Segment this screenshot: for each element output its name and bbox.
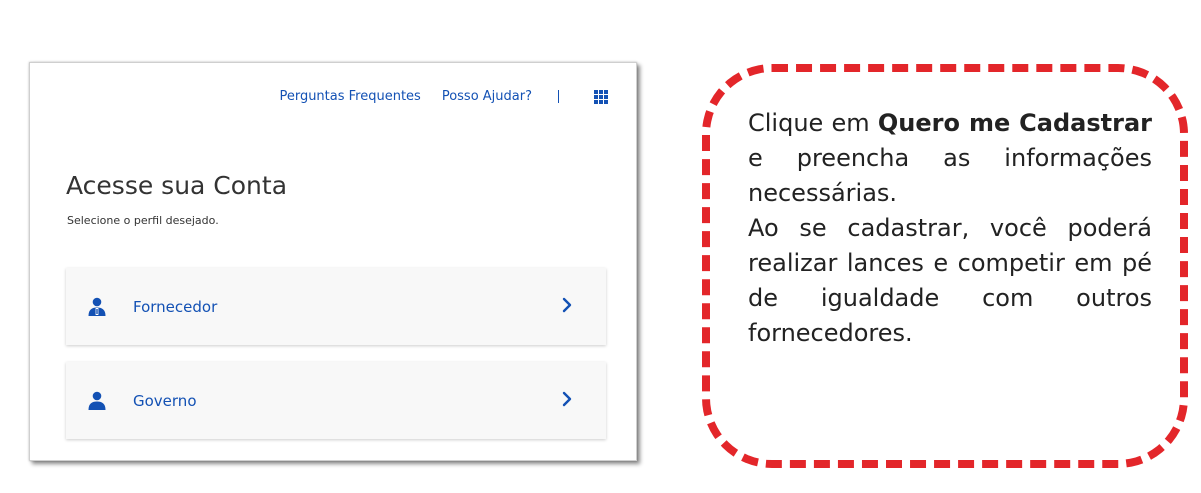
callout-text-part3: Ao se cadastrar, você poderá realizar la… bbox=[748, 214, 1152, 347]
grid-icon[interactable] bbox=[594, 89, 610, 104]
login-panel: Perguntas Frequentes Posso Ajudar? Acess… bbox=[29, 62, 637, 461]
chevron-right-icon bbox=[562, 297, 572, 313]
page-title: Acesse sua Conta bbox=[66, 171, 288, 200]
top-nav: Perguntas Frequentes Posso Ajudar? bbox=[279, 89, 610, 104]
profile-option-fornecedor[interactable]: Fornecedor bbox=[66, 268, 606, 345]
callout-text-part1: Clique em bbox=[748, 109, 878, 137]
page-subtitle: Selecione o perfil desejado. bbox=[67, 214, 219, 227]
profile-label-fornecedor: Fornecedor bbox=[133, 297, 218, 316]
chevron-right-icon bbox=[562, 391, 572, 407]
user-icon bbox=[86, 390, 108, 412]
faq-link[interactable]: Perguntas Frequentes bbox=[279, 89, 420, 104]
instruction-callout-text: Clique em Quero me Cadastrar e preencha … bbox=[748, 106, 1152, 351]
profile-label-governo: Governo bbox=[133, 391, 197, 410]
callout-highlight-register: Quero me Cadastrar bbox=[877, 109, 1152, 137]
supplier-user-icon bbox=[86, 296, 108, 318]
help-link[interactable]: Posso Ajudar? bbox=[442, 89, 532, 104]
profile-option-governo[interactable]: Governo bbox=[66, 362, 606, 439]
nav-divider bbox=[558, 90, 559, 103]
callout-text-part2: e preencha as informações necessárias. bbox=[748, 144, 1152, 207]
